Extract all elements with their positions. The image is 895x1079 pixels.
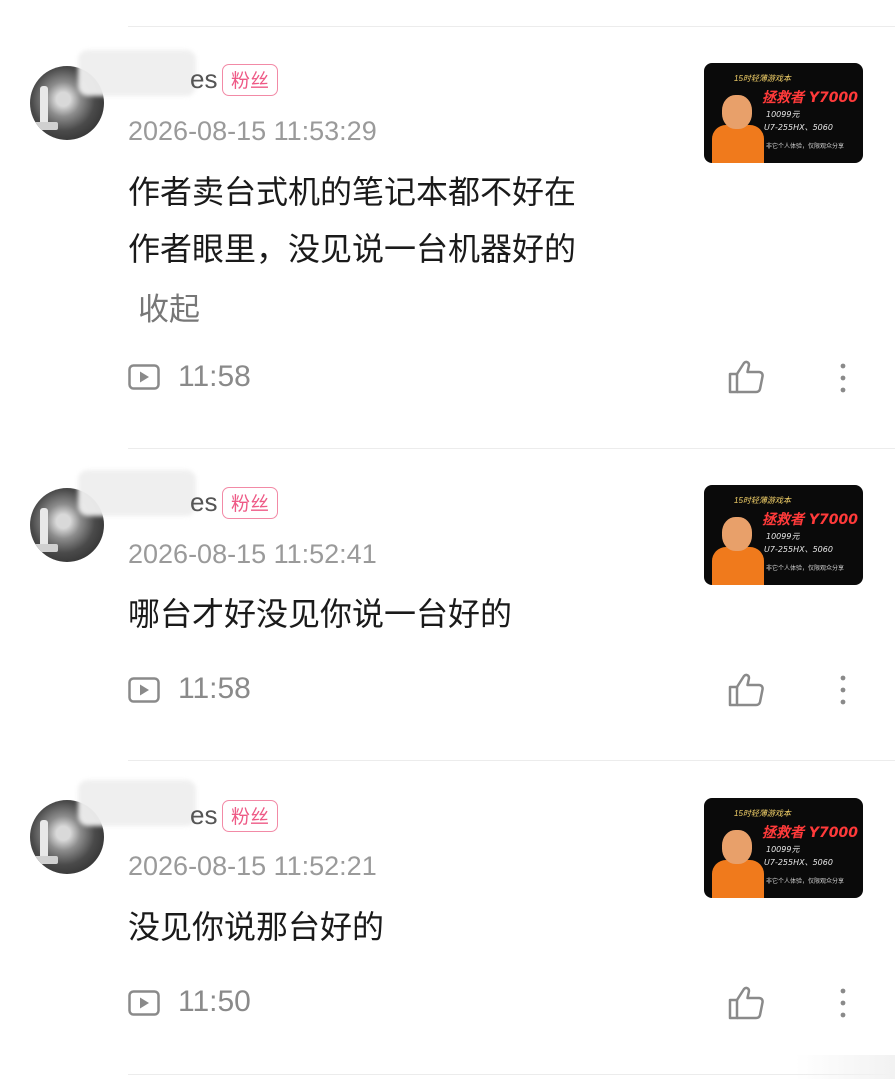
- comment-divider: [128, 448, 895, 449]
- thumbnail-note: 非它个人体验，仅限观众分享: [766, 143, 845, 150]
- collapse-link[interactable]: 收起: [138, 284, 200, 329]
- thumbnail-person-head: [722, 95, 752, 129]
- username[interactable]: es: [190, 64, 217, 95]
- thumbnail-person-body: [712, 860, 764, 898]
- video-thumbnail[interactable]: 15时轻薄游戏本 拯救者 Y7000 10099元 U7-255HX、5060 …: [704, 798, 863, 898]
- video-thumbnail[interactable]: 15时轻薄游戏本 拯救者 Y7000 10099元 U7-255HX、5060 …: [704, 63, 863, 163]
- video-thumbnail[interactable]: 15时轻薄游戏本 拯救者 Y7000 10099元 U7-255HX、5060 …: [704, 485, 863, 585]
- fan-badge: 粉丝: [222, 800, 279, 832]
- thumbnail-note: 非它个人体验，仅限观众分享: [766, 878, 845, 885]
- fan-badge: 粉丝: [222, 487, 279, 519]
- comment-text: 哪台才好没见你说一台好的: [128, 586, 648, 643]
- top-divider: [128, 26, 895, 27]
- comment-text-line: 哪台才好没见你说一台好的: [128, 595, 513, 633]
- play-icon[interactable]: [128, 677, 160, 703]
- thumbnail-price: 10099元: [766, 110, 800, 119]
- thumbnail-specs: U7-255HX、5060: [764, 858, 833, 867]
- username-redacted: [78, 50, 196, 96]
- username-redacted: [78, 470, 196, 516]
- username[interactable]: es: [190, 487, 217, 518]
- more-vertical-icon[interactable]: [838, 674, 848, 706]
- thumbnail-line: 15时轻薄游戏本: [734, 496, 791, 505]
- comment-timestamp: 2026-08-15 11:52:41: [128, 539, 377, 569]
- video-timestamp[interactable]: 11:50: [178, 985, 251, 1019]
- watermark-strip: [795, 1055, 895, 1079]
- thumbs-up-icon[interactable]: [727, 672, 765, 708]
- comment-text-line: 作者眼里，没见说一台机器好的: [128, 230, 577, 268]
- thumbnail-price: 10099元: [766, 532, 800, 541]
- thumbnail-title: 拯救者 Y7000: [762, 825, 858, 841]
- comment-text: 没见你说那台好的: [128, 899, 648, 956]
- comment-text: 作者卖台式机的笔记本都不好在 作者眼里，没见说一台机器好的: [128, 164, 648, 278]
- comment-text-line: 作者卖台式机的笔记本都不好在: [128, 173, 577, 211]
- fan-badge: 粉丝: [222, 64, 279, 96]
- more-vertical-icon[interactable]: [838, 987, 848, 1019]
- comment-timestamp: 2026-08-15 11:53:29: [128, 116, 377, 146]
- thumbnail-person-head: [722, 830, 752, 864]
- play-icon[interactable]: [128, 364, 160, 390]
- play-icon[interactable]: [128, 990, 160, 1016]
- comment-divider: [128, 760, 895, 761]
- thumbnail-price: 10099元: [766, 845, 800, 854]
- video-timestamp[interactable]: 11:58: [178, 672, 251, 706]
- thumbnail-person-head: [722, 517, 752, 551]
- thumbnail-person-body: [712, 547, 764, 585]
- more-vertical-icon[interactable]: [838, 362, 848, 394]
- thumbnail-specs: U7-255HX、5060: [764, 123, 833, 132]
- thumbs-up-icon[interactable]: [727, 359, 765, 395]
- thumbnail-specs: U7-255HX、5060: [764, 545, 833, 554]
- thumbnail-line: 15时轻薄游戏本: [734, 74, 791, 83]
- username[interactable]: es: [190, 800, 217, 831]
- comment-text-line: 没见你说那台好的: [128, 908, 385, 946]
- video-timestamp[interactable]: 11:58: [178, 360, 251, 394]
- bottom-divider: [128, 1074, 895, 1075]
- comment-timestamp: 2026-08-15 11:52:21: [128, 851, 377, 881]
- thumbnail-title: 拯救者 Y7000: [762, 90, 858, 106]
- thumbnail-note: 非它个人体验，仅限观众分享: [766, 565, 845, 572]
- thumbnail-line: 15时轻薄游戏本: [734, 809, 791, 818]
- username-redacted: [78, 780, 196, 826]
- thumbs-up-icon[interactable]: [727, 985, 765, 1021]
- thumbnail-title: 拯救者 Y7000: [762, 512, 858, 528]
- thumbnail-person-body: [712, 125, 764, 163]
